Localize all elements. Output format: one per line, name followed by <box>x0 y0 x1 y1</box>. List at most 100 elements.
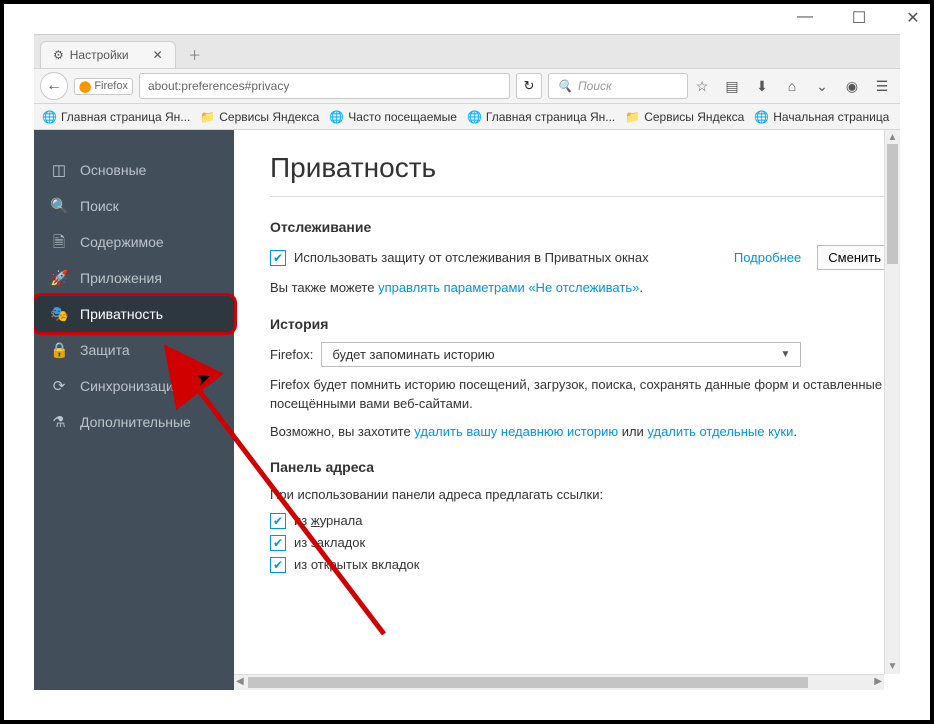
sidebar-item-label: Синхронизация <box>80 378 181 394</box>
pocket-icon[interactable]: ⌄ <box>814 78 830 95</box>
search-icon: 🔍 <box>50 199 68 214</box>
suggest-bookmarks-checkbox[interactable]: ✔ <box>270 535 286 551</box>
dnt-link[interactable]: управлять параметрами «Не отслеживать» <box>378 280 639 295</box>
suggest-history-label: из журнала <box>294 513 363 528</box>
scrollbar-thumb[interactable] <box>248 677 808 688</box>
close-tab-button[interactable]: ✕ <box>153 48 163 62</box>
horizontal-scrollbar[interactable]: ◀ ▶ <box>234 674 884 690</box>
reader-icon[interactable]: ▤ <box>724 78 740 95</box>
identity-label: Firefox <box>94 80 128 92</box>
bookmarks-bar: 🌐Главная страница Ян... 📁Сервисы Яндекса… <box>34 104 900 130</box>
close-window-button[interactable]: ✕ <box>904 8 922 28</box>
vertical-scrollbar[interactable]: ▲ ▼ <box>884 130 900 674</box>
bookmark-item[interactable]: 🌐Главная страница Ян... <box>42 110 190 124</box>
downloads-icon[interactable]: ⬇ <box>754 78 770 95</box>
browser-window: — ☐ ✕ ⚙ Настройки ✕ ＋ ← ⬤ Firefox about:… <box>0 0 934 724</box>
sidebar-item-label: Дополнительные <box>80 414 191 430</box>
sidebar-item-label: Содержимое <box>80 234 164 250</box>
suggest-opentabs-label: из открытых вкладок <box>294 557 419 572</box>
tracking-change-button[interactable]: Сменить <box>817 245 892 270</box>
bookmark-star-icon[interactable]: ☆ <box>694 78 710 95</box>
section-addressbar-header: Панель адреса <box>270 459 892 475</box>
sidebar-item-label: Приложения <box>80 270 162 286</box>
folder-icon: 📁 <box>200 110 215 124</box>
minimize-button[interactable]: — <box>796 8 814 28</box>
suggest-history-checkbox[interactable]: ✔ <box>270 513 286 529</box>
history-suggestion: Возможно, вы захотите удалить вашу недав… <box>270 422 892 442</box>
sidebar-item-privacy[interactable]: 🎭 Приватность <box>34 293 237 335</box>
scroll-down-icon[interactable]: ▼ <box>885 661 900 672</box>
scrollbar-thumb[interactable] <box>887 144 898 264</box>
bookmark-item[interactable]: 🌐Начальная страница <box>754 110 889 124</box>
menu-icon[interactable]: ☰ <box>874 78 890 95</box>
history-mode-select[interactable]: будет запоминать историю ▼ <box>321 342 801 367</box>
bookmark-item[interactable]: 📁Сервисы Яндекса <box>200 110 319 124</box>
reload-icon: ↻ <box>524 78 535 94</box>
tracking-protection-label: Использовать защиту от отслеживания в Пр… <box>294 250 649 265</box>
general-icon: ◫ <box>50 163 68 178</box>
sidebar-item-label: Защита <box>80 342 130 358</box>
sidebar-item-search[interactable]: 🔍 Поиск <box>34 188 234 224</box>
settings-sidebar: ◫ Основные 🔍 Поиск 🗎Содержимое 🚀 Приложения… <box>34 130 234 690</box>
arrow-left-icon: ← <box>46 77 62 95</box>
window-controls: — ☐ ✕ <box>796 8 922 28</box>
page-title: Приватность <box>270 152 892 184</box>
sidebar-item-label: Поиск <box>80 198 119 214</box>
search-icon: 🔍 <box>557 79 572 93</box>
tracking-subtext: Вы также можете управлять параметрами «Н… <box>270 278 892 298</box>
bookmark-item[interactable]: 🌐Главная страница Ян... <box>467 110 615 124</box>
sidebar-item-label: Основные <box>80 162 146 178</box>
sidebar-item-advanced[interactable]: ⚗ Дополнительные <box>34 404 234 440</box>
tab-settings[interactable]: ⚙ Настройки ✕ <box>40 41 176 68</box>
flask-icon: ⚗ <box>50 415 68 430</box>
content-area: ◫ Основные 🔍 Поиск 🗎Содержимое 🚀 Приложения… <box>34 130 900 690</box>
address-bar: ← ⬤ Firefox about:preferences#privacy ↻ … <box>34 68 900 104</box>
bookmark-item[interactable]: 🌐Часто посещаемые <box>329 110 457 124</box>
home-icon[interactable]: ⌂ <box>784 78 800 94</box>
folder-icon: 📁 <box>625 110 640 124</box>
clear-cookies-link[interactable]: удалить отдельные куки <box>647 424 793 439</box>
back-button[interactable]: ← <box>40 72 68 100</box>
maximize-button[interactable]: ☐ <box>850 8 868 28</box>
sidebar-item-label: Приватность <box>80 306 163 322</box>
suggest-opentabs-checkbox[interactable]: ✔ <box>270 557 286 573</box>
search-input[interactable]: 🔍 Поиск <box>548 73 688 99</box>
identity-badge[interactable]: ⬤ Firefox <box>74 78 133 95</box>
sync-icon: ⟳ <box>50 379 68 394</box>
section-history-header: История <box>270 316 892 332</box>
new-tab-button[interactable]: ＋ <box>182 41 208 67</box>
sidebar-item-security[interactable]: 🔒 Защита <box>34 332 234 368</box>
sidebar-item-general[interactable]: ◫ Основные <box>34 152 234 188</box>
sidebar-item-sync[interactable]: ⟳ Синхронизация <box>34 368 234 404</box>
settings-main: Приватность Отслеживание ✔ Использовать … <box>234 130 900 690</box>
lock-icon: 🔒 <box>50 343 68 358</box>
reload-button[interactable]: ↻ <box>516 73 542 99</box>
addressbar-intro: При использовании панели адреса предлага… <box>270 485 892 505</box>
tracking-protection-checkbox[interactable]: ✔ <box>270 250 286 266</box>
clear-history-link[interactable]: удалить вашу недавнюю историю <box>414 424 618 439</box>
globe-icon: 🌐 <box>754 110 769 124</box>
addons-icon[interactable]: ◉ <box>844 78 860 95</box>
scroll-left-icon[interactable]: ◀ <box>236 676 244 687</box>
globe-icon: 🌐 <box>329 110 344 124</box>
history-label: Firefox: <box>270 347 313 362</box>
rocket-icon: 🚀 <box>50 271 68 286</box>
scroll-up-icon[interactable]: ▲ <box>885 132 900 143</box>
scroll-right-icon[interactable]: ▶ <box>874 676 882 687</box>
url-input[interactable]: about:preferences#privacy <box>139 73 510 99</box>
bookmark-item[interactable]: 📁Сервисы Яндекса <box>625 110 744 124</box>
history-mode-value: будет запоминать историю <box>332 347 494 362</box>
tracking-more-link[interactable]: Подробнее <box>734 250 801 265</box>
mask-icon: 🎭 <box>50 307 68 322</box>
toolbar-icons: ☆ ▤ ⬇ ⌂ ⌄ ◉ ☰ <box>694 78 890 95</box>
globe-icon: 🌐 <box>467 110 482 124</box>
sidebar-item-content[interactable]: 🗎Содержимое <box>34 224 234 260</box>
tab-title: Настройки <box>70 48 129 62</box>
sidebar-item-applications[interactable]: 🚀 Приложения <box>34 260 234 296</box>
firefox-icon: ⬤ <box>79 80 91 93</box>
gear-icon: ⚙ <box>53 48 64 62</box>
suggest-bookmarks-label: из закладок <box>294 535 365 550</box>
chevron-down-icon: ▼ <box>780 349 790 360</box>
history-description: Firefox будет помнить историю посещений,… <box>270 375 892 414</box>
divider <box>270 196 892 197</box>
